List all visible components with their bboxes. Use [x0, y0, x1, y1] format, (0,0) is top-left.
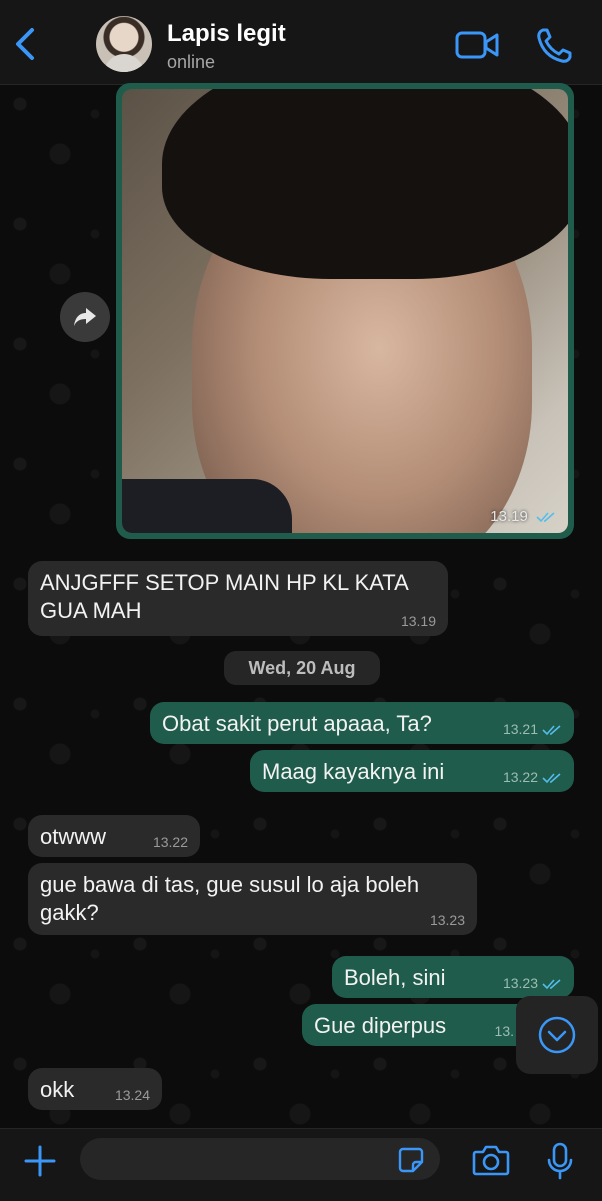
contact-status: online	[167, 52, 216, 72]
chat-header: Lapis legit online	[0, 0, 602, 85]
message-bubble-incoming[interactable]: otwww 13.22	[28, 815, 200, 857]
microphone-icon[interactable]	[544, 1141, 576, 1181]
read-ticks-icon	[536, 512, 555, 523]
message-bubble-incoming[interactable]: gue bawa di tas, gue susul lo aja boleh …	[28, 863, 477, 935]
sticker-icon[interactable]	[398, 1147, 424, 1173]
message-bubble-outgoing[interactable]: Maag kayaknya ini 13.22	[250, 750, 574, 792]
message-text: okk	[40, 1077, 75, 1102]
message-text: ANJGFFF SETOP MAIN HP KL KATA GUA MAH	[40, 570, 408, 623]
forward-icon	[74, 308, 96, 326]
phone-icon[interactable]	[534, 26, 574, 66]
message-composer	[0, 1128, 602, 1201]
message-time: 13.19	[490, 508, 556, 525]
video-call-icon[interactable]	[455, 28, 499, 62]
chevron-left-icon[interactable]	[8, 22, 44, 66]
message-text: Gue diperpus	[314, 1013, 447, 1038]
contact-name[interactable]: Lapis legit	[167, 20, 286, 48]
message-bubble-outgoing[interactable]: Boleh, sini 13.23	[332, 956, 574, 998]
photo-hair	[162, 89, 568, 279]
message-time: 13.22	[503, 770, 562, 784]
photo-selfie[interactable]: 13.19	[122, 89, 568, 533]
read-ticks-icon	[542, 725, 561, 736]
image-message[interactable]: 13.19	[116, 83, 574, 539]
message-text: Boleh, sini	[344, 965, 446, 990]
chevron-down-circle-icon	[538, 1016, 576, 1054]
photo-shirt	[122, 479, 292, 533]
message-time: 13.19	[400, 613, 436, 629]
message-bubble-incoming[interactable]: ANJGFFF SETOP MAIN HP KL KATA GUA MAH 13…	[28, 561, 448, 636]
message-time: 13.23	[429, 912, 465, 928]
camera-icon[interactable]	[472, 1143, 510, 1177]
read-ticks-icon	[542, 979, 561, 990]
date-separator: Wed, 20 Aug	[224, 651, 380, 685]
avatar[interactable]	[96, 16, 152, 72]
plus-icon[interactable]	[22, 1143, 58, 1179]
message-text: otwww	[40, 824, 107, 849]
message-text: Obat sakit perut apaaa, Ta?	[162, 711, 432, 736]
message-text: gue bawa di tas, gue susul lo aja boleh …	[40, 872, 420, 925]
message-time: 13.21	[503, 722, 562, 736]
message-time: 13.	[494, 1023, 514, 1039]
message-text: Maag kayaknya ini	[262, 759, 445, 784]
message-input[interactable]	[80, 1138, 440, 1180]
scroll-to-bottom-button[interactable]	[516, 996, 598, 1074]
forward-button[interactable]	[60, 292, 110, 342]
message-bubble-incoming[interactable]: okk 13.24	[28, 1068, 162, 1110]
message-time: 13.23	[503, 976, 562, 990]
message-bubble-outgoing[interactable]: Obat sakit perut apaaa, Ta? 13.21	[150, 702, 574, 744]
message-time: 13.24	[114, 1087, 150, 1103]
message-time: 13.22	[152, 834, 188, 850]
read-ticks-icon	[542, 773, 561, 784]
